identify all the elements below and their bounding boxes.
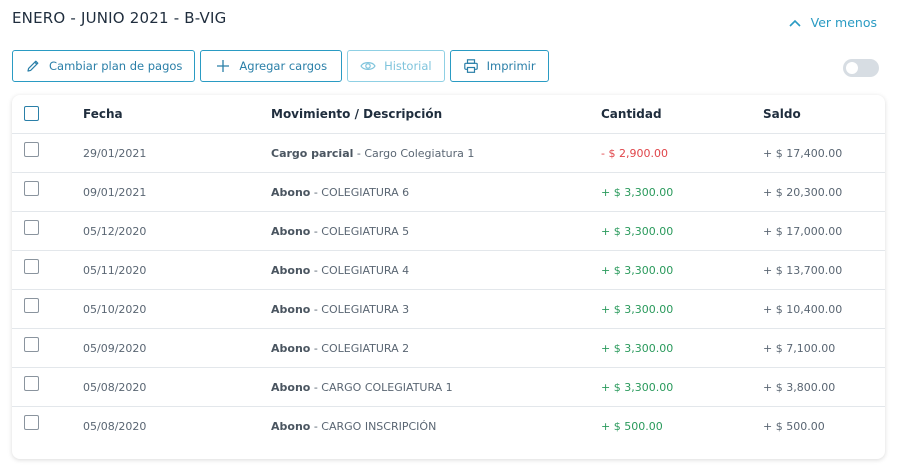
switch-knob xyxy=(846,62,858,74)
row-checkbox[interactable] xyxy=(24,220,39,235)
row-saldo: + $ 20,300.00 xyxy=(763,185,843,199)
row-checkbox[interactable] xyxy=(24,415,39,430)
print-button[interactable]: Imprimir xyxy=(449,50,549,82)
row-cantidad: + $ 3,300.00 xyxy=(601,185,674,199)
pencil-icon xyxy=(27,60,39,72)
row-movimiento-tipo: Abono xyxy=(271,341,311,355)
change-plan-label: Cambiar plan de pagos xyxy=(49,59,183,73)
chevron-up-icon xyxy=(789,19,801,27)
row-movimiento-desc: - COLEGIATURA 3 xyxy=(310,302,410,316)
table-row[interactable]: 29/01/2021 Cargo parcial - Cargo Colegiat… xyxy=(12,134,885,173)
row-fecha: 09/01/2021 xyxy=(83,185,147,199)
table-row[interactable]: 09/01/2021 Abono - COLEGIATURA 6 + $ 3,300… xyxy=(12,173,885,212)
history-label: Historial xyxy=(384,59,432,73)
row-cantidad: + $ 3,300.00 xyxy=(601,263,674,277)
view-toggle-switch[interactable] xyxy=(843,59,879,77)
row-movimiento: Abono - COLEGIATURA 6 xyxy=(271,186,409,199)
row-fecha: 05/11/2020 xyxy=(83,263,147,277)
add-charges-button[interactable]: Agregar cargos xyxy=(200,50,343,82)
row-saldo: + $ 17,000.00 xyxy=(763,224,843,238)
row-fecha: 05/08/2020 xyxy=(83,380,147,394)
row-cantidad: - $ 2,900.00 xyxy=(601,146,668,160)
row-fecha: 05/10/2020 xyxy=(83,302,147,316)
row-checkbox[interactable] xyxy=(24,376,39,391)
movements-table: Fecha Movimiento / Descripción Cantidad … xyxy=(12,95,885,459)
row-movimiento: Abono - COLEGIATURA 3 xyxy=(271,303,409,316)
row-checkbox[interactable] xyxy=(24,298,39,313)
row-movimiento-desc: - COLEGIATURA 6 xyxy=(310,185,410,199)
row-cantidad: + $ 3,300.00 xyxy=(601,341,674,355)
table-header: Fecha Movimiento / Descripción Cantidad … xyxy=(12,95,885,134)
row-checkbox[interactable] xyxy=(24,337,39,352)
table-row[interactable]: 05/11/2020 Abono - COLEGIATURA 4 + $ 3,300… xyxy=(12,251,885,290)
column-fecha[interactable]: Fecha xyxy=(83,107,123,121)
table-row[interactable]: 05/09/2020 Abono - COLEGIATURA 2 + $ 3,300… xyxy=(12,329,885,368)
row-movimiento-tipo: Abono xyxy=(271,224,311,238)
row-movimiento-desc: - COLEGIATURA 2 xyxy=(310,341,410,355)
plus-icon xyxy=(217,60,230,72)
row-fecha: 29/01/2021 xyxy=(83,146,147,160)
row-checkbox[interactable] xyxy=(24,259,39,274)
row-movimiento-desc: - CARGO INSCRIPCIÓN xyxy=(310,420,437,433)
table-row[interactable]: 05/08/2020 Abono - CARGO INSCRIPCIÓN + $ 5… xyxy=(12,407,885,446)
row-saldo: + $ 3,800.00 xyxy=(763,380,836,394)
row-saldo: + $ 13,700.00 xyxy=(763,263,843,277)
column-saldo[interactable]: Saldo xyxy=(763,107,801,121)
row-saldo: + $ 10,400.00 xyxy=(763,302,843,316)
column-cantidad[interactable]: Cantidad xyxy=(601,107,662,121)
row-movimiento: Abono - CARGO INSCRIPCIÓN xyxy=(271,420,436,433)
row-movimiento-tipo: Abono xyxy=(271,263,311,277)
row-saldo: + $ 7,100.00 xyxy=(763,341,836,355)
toolbar: Cambiar plan de pagos Agregar cargos His… xyxy=(12,50,549,82)
ver-menos-label: Ver menos xyxy=(810,15,877,30)
row-fecha: 05/08/2020 xyxy=(83,420,147,433)
row-movimiento: Abono - COLEGIATURA 2 xyxy=(271,342,409,355)
row-movimiento: Abono - CARGO COLEGIATURA 1 xyxy=(271,381,453,394)
row-cantidad: + $ 3,300.00 xyxy=(601,380,674,394)
history-button[interactable]: Historial xyxy=(347,50,445,82)
row-fecha: 05/09/2020 xyxy=(83,341,147,355)
row-fecha: 05/12/2020 xyxy=(83,224,147,238)
row-movimiento-tipo: Abono xyxy=(271,185,311,199)
row-checkbox[interactable] xyxy=(24,142,39,157)
table-row[interactable]: 05/10/2020 Abono - COLEGIATURA 3 + $ 3,300… xyxy=(12,290,885,329)
row-movimiento-tipo: Cargo parcial xyxy=(271,146,354,160)
row-saldo: + $ 500.00 xyxy=(763,420,825,433)
row-cantidad: + $ 3,300.00 xyxy=(601,302,674,316)
change-plan-button[interactable]: Cambiar plan de pagos xyxy=(12,50,196,82)
row-saldo: + $ 17,400.00 xyxy=(763,146,843,160)
printer-icon xyxy=(463,59,478,73)
row-movimiento-tipo: Abono xyxy=(271,380,311,394)
table-row[interactable]: 05/12/2020 Abono - COLEGIATURA 5 + $ 3,300… xyxy=(12,212,885,251)
row-movimiento-desc: - COLEGIATURA 4 xyxy=(310,263,410,277)
column-movimiento[interactable]: Movimiento / Descripción xyxy=(271,107,442,121)
row-cantidad: + $ 3,300.00 xyxy=(601,224,674,238)
row-movimiento-tipo: Abono xyxy=(271,302,311,316)
row-movimiento-desc: - Cargo Colegiatura 1 xyxy=(353,146,475,160)
add-charges-label: Agregar cargos xyxy=(239,59,328,73)
row-checkbox[interactable] xyxy=(24,181,39,196)
row-movimiento-desc: - COLEGIATURA 5 xyxy=(310,224,410,238)
row-cantidad: + $ 500.00 xyxy=(601,420,663,433)
row-movimiento: Cargo parcial - Cargo Colegiatura 1 xyxy=(271,147,474,160)
row-movimiento-tipo: Abono xyxy=(271,420,311,433)
row-movimiento: Abono - COLEGIATURA 4 xyxy=(271,264,409,277)
eye-icon xyxy=(360,62,376,70)
row-movimiento-desc: - CARGO COLEGIATURA 1 xyxy=(310,380,453,394)
table-row[interactable]: 05/08/2020 Abono - CARGO COLEGIATURA 1 + $… xyxy=(12,368,885,407)
row-movimiento: Abono - COLEGIATURA 5 xyxy=(271,225,409,238)
select-all-checkbox[interactable] xyxy=(24,106,39,121)
ver-menos-link[interactable]: Ver menos xyxy=(789,15,877,30)
print-label: Imprimir xyxy=(486,59,536,73)
page-title: ENERO - JUNIO 2021 - B-VIG xyxy=(12,9,227,27)
